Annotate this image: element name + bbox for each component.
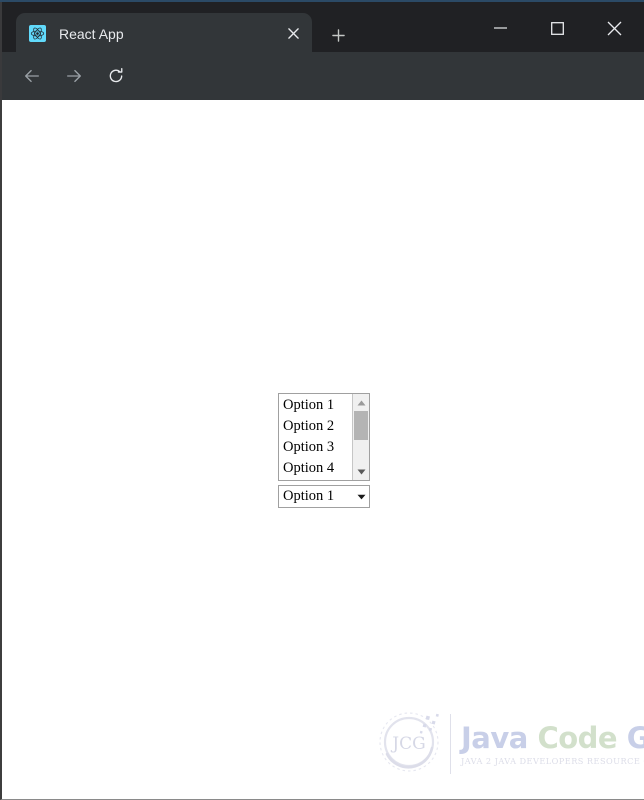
- tab-title: React App: [59, 25, 124, 42]
- listbox-option[interactable]: Option 4: [279, 458, 352, 479]
- watermark-tagline: JAVA 2 JAVA DEVELOPERS RESOURCE CENTER: [461, 756, 644, 766]
- watermark-title-java: Java: [461, 721, 528, 755]
- react-logo-icon: [29, 25, 46, 42]
- close-tab-icon[interactable]: [280, 21, 306, 47]
- browser-tab-react-app[interactable]: React App: [16, 13, 312, 54]
- watermark-divider: [450, 714, 451, 774]
- window-close-button[interactable]: [592, 12, 637, 44]
- watermark-title-geeks: Geeks: [627, 721, 644, 755]
- single-select-dropdown[interactable]: Option 1: [278, 485, 370, 508]
- reload-icon[interactable]: [100, 60, 132, 92]
- back-arrow-icon[interactable]: [16, 60, 48, 92]
- chevron-down-icon[interactable]: [353, 494, 369, 500]
- scrollbar-track[interactable]: [353, 411, 369, 463]
- listbox-option[interactable]: Option 3: [279, 437, 352, 458]
- select-widgets-group: Option 1 Option 2 Option 3 Option 4 Opti…: [278, 393, 370, 508]
- listbox-option[interactable]: Option 2: [279, 416, 352, 437]
- forward-arrow-icon[interactable]: [58, 60, 90, 92]
- scrollbar-thumb[interactable]: [354, 411, 368, 441]
- watermark-text: Java Code Geeks JAVA 2 JAVA DEVELOPERS R…: [461, 722, 644, 766]
- scrollbar-down-arrow-icon[interactable]: [353, 463, 369, 480]
- browser-window: React App Option 1 Option 2 Option 3 Opt…: [0, 0, 644, 800]
- single-select-selected-value: Option 1: [283, 488, 335, 504]
- scrollbar-up-arrow-icon[interactable]: [353, 394, 369, 411]
- listbox-options: Option 1 Option 2 Option 3 Option 4: [279, 394, 352, 480]
- window-minimize-button[interactable]: [478, 12, 523, 44]
- watermark-title: Java Code Geeks: [461, 722, 644, 754]
- listbox-scrollbar[interactable]: [352, 394, 369, 480]
- window-maximize-button[interactable]: [535, 12, 580, 44]
- watermark-title-code: Code: [537, 721, 618, 755]
- jcg-logo-icon: JCG: [379, 712, 439, 772]
- java-code-geeks-watermark: JCG Java Code Geeks JAVA 2 JAVA DEVELOPE…: [378, 704, 644, 784]
- svg-text:JCG: JCG: [390, 734, 425, 754]
- tab-strip: React App: [0, 0, 644, 54]
- page-content-area: Option 1 Option 2 Option 3 Option 4 Opti…: [0, 100, 644, 800]
- multi-select-listbox[interactable]: Option 1 Option 2 Option 3 Option 4: [278, 393, 370, 481]
- new-tab-button[interactable]: [324, 21, 352, 49]
- navigation-toolbar: localhost:3000: [0, 52, 644, 147]
- listbox-option[interactable]: Option 1: [279, 395, 352, 416]
